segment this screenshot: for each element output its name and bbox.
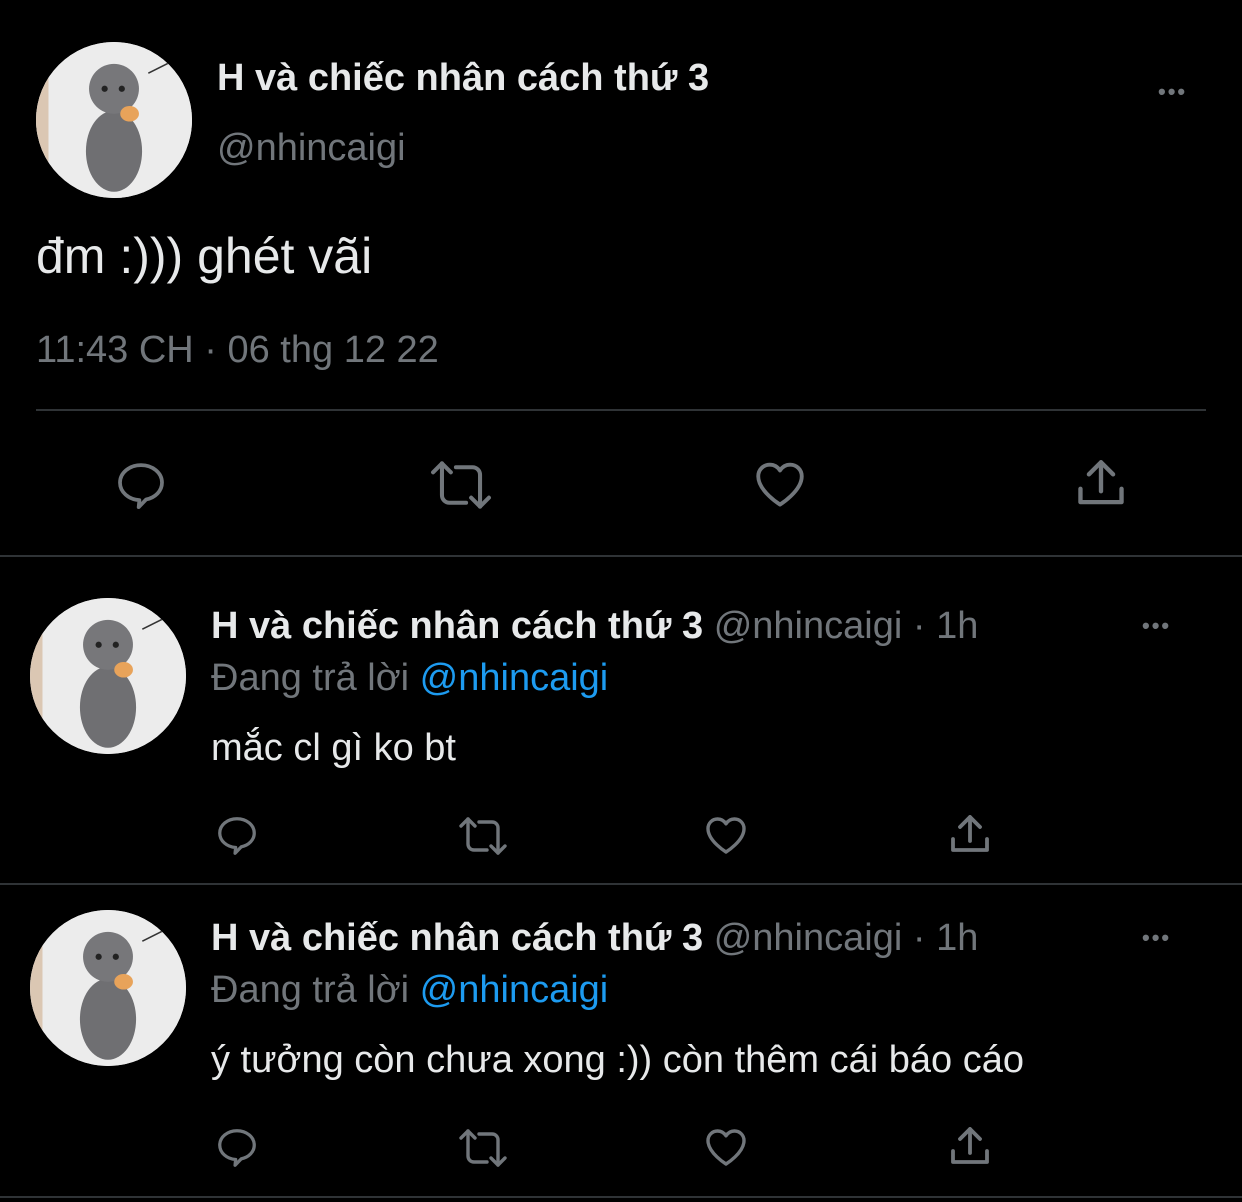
handle[interactable]: @nhincaigi [714,917,903,959]
separator: · [912,917,926,959]
display-name[interactable]: H và chiếc nhân cách thứ 3 [211,917,703,959]
section-divider [0,555,1242,557]
retweet-icon[interactable] [428,457,494,513]
separator: · [912,605,926,647]
avatar[interactable] [30,910,186,1066]
reply-icon[interactable] [213,812,261,858]
display-name[interactable]: H và chiếc nhân cách thứ 3 [211,605,703,647]
replying-to-label: Đang trả lời [211,657,410,699]
avatar[interactable] [30,598,186,754]
reply-time[interactable]: 1h [936,917,978,959]
handle[interactable]: @nhincaigi [714,605,903,647]
more-icon[interactable]: ••• [1158,81,1187,103]
reply-header: H và chiếc nhân cách thứ 3 @nhincaigi · … [211,916,978,960]
reply-icon[interactable] [112,457,170,513]
avatar-image [30,910,186,1066]
handle[interactable]: @nhincaigi [217,126,406,170]
avatar-image [36,42,192,198]
more-icon[interactable]: ••• [1142,927,1171,949]
share-icon[interactable] [946,811,994,859]
tweet-timestamp[interactable]: 11:43 CH · 06 thg 12 22 [36,328,439,372]
avatar-image [30,598,186,754]
section-divider [0,1196,1242,1198]
reply-header: H và chiếc nhân cách thứ 3 @nhincaigi · … [211,604,978,648]
reply-time[interactable]: 1h [936,605,978,647]
like-icon[interactable] [750,455,810,513]
more-icon[interactable]: ••• [1142,615,1171,637]
tweet-text: đm :))) ghét vãi [36,228,373,284]
share-icon[interactable] [946,1123,994,1171]
replying-to-handle[interactable]: @nhincaigi [420,969,609,1011]
replying-to-label: Đang trả lời [211,969,410,1011]
retweet-icon[interactable] [455,1126,511,1170]
reply-text: ý tưởng còn chưa xong :)) còn thêm cái b… [211,1039,1024,1081]
reply-text: mắc cl gì ko bt [211,727,456,769]
replying-to: Đang trả lời @nhincaigi [211,656,608,700]
avatar[interactable] [36,42,192,198]
replying-to: Đang trả lời @nhincaigi [211,968,608,1012]
like-icon[interactable] [702,811,750,859]
divider [36,409,1206,411]
section-divider [0,883,1242,885]
like-icon[interactable] [702,1123,750,1171]
reply-icon[interactable] [213,1124,261,1170]
retweet-icon[interactable] [455,814,511,858]
replying-to-handle[interactable]: @nhincaigi [420,657,609,699]
share-icon[interactable] [1072,455,1130,513]
display-name[interactable]: H và chiếc nhân cách thứ 3 [217,56,709,100]
